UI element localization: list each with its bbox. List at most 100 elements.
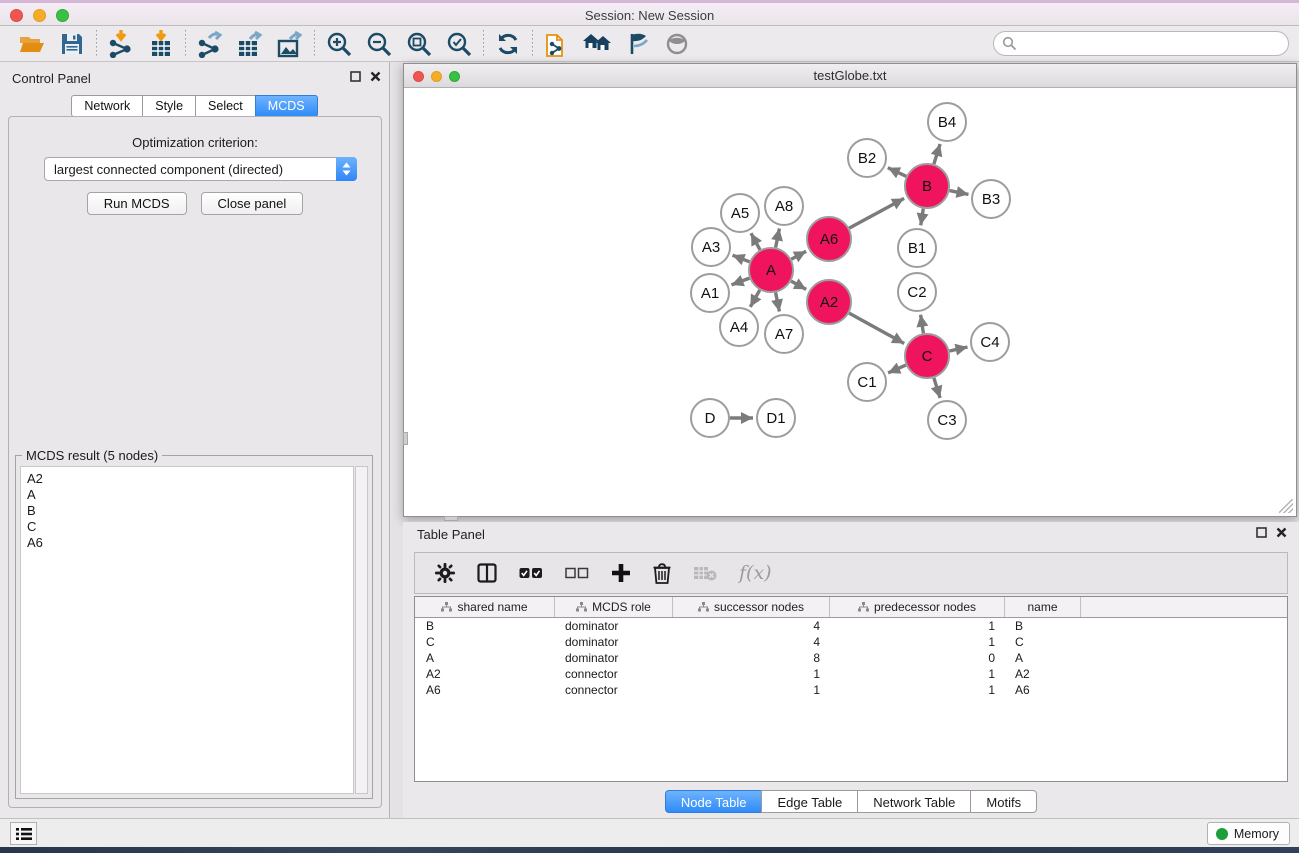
search-box[interactable] [993,31,1289,56]
node-B3[interactable]: B3 [972,180,1010,218]
task-history-button[interactable] [10,822,37,845]
close-panel-button[interactable]: Close panel [201,192,304,215]
edge-C-C3[interactable] [934,378,940,398]
split-divider-handle[interactable] [444,516,458,521]
float-panel-icon[interactable] [1256,527,1267,538]
float-panel-icon[interactable] [350,71,361,82]
column-header-successor-nodes[interactable]: successor nodes [673,597,830,617]
zoom-selected-button[interactable] [439,28,479,60]
column-header-predecessor-nodes[interactable]: predecessor nodes [830,597,1005,617]
close-panel-icon[interactable] [370,71,381,82]
vizmapper-preview-button[interactable] [657,28,697,60]
network-from-selection-button[interactable] [537,28,577,60]
node-A1[interactable]: A1 [691,274,729,312]
mcds-result-item[interactable]: A [27,487,353,503]
network-graph[interactable]: B4 B2 B B3 A8A5 A6 A3 B1 A C2 A1 A2 A4A7 C4 C C1 C3 D D1 [405,88,1297,517]
node-D1[interactable]: D1 [757,399,795,437]
node-B1[interactable]: B1 [898,229,936,267]
optimization-criterion-select[interactable]: largest connected component (directed) [44,157,357,181]
edge-A-A1[interactable] [732,278,750,285]
tab-motifs[interactable]: Motifs [970,790,1037,813]
tab-edge-table[interactable]: Edge Table [761,790,857,813]
zoom-in-button[interactable] [319,28,359,60]
resize-grip-icon[interactable] [1279,499,1293,513]
edge-A2-C[interactable] [849,313,904,343]
memory-button[interactable]: Memory [1207,822,1290,845]
mcds-result-scrollbar[interactable] [355,466,368,794]
edge-A-A2[interactable] [791,281,806,289]
import-network-button[interactable] [101,28,141,60]
node-C4[interactable]: C4 [971,323,1009,361]
node-A8[interactable]: A8 [765,187,803,225]
node-A7[interactable]: A7 [765,315,803,353]
tab-mcds[interactable]: MCDS [255,95,318,117]
function-builder-button[interactable]: f(x) [739,562,772,584]
edge-A6-B[interactable] [849,198,904,228]
mcds-result-item[interactable]: C [27,519,353,535]
table-row[interactable]: Cdominator41C [415,634,1287,650]
tab-network[interactable]: Network [71,95,142,117]
table-row[interactable]: A2connector11A2 [415,666,1287,682]
edge-A-A8[interactable] [776,229,780,248]
edge-A-A5[interactable] [751,233,760,250]
search-input[interactable] [1017,34,1288,54]
plus-icon[interactable] [611,563,631,583]
edge-C-C2[interactable] [921,315,924,334]
edge-A-A3[interactable] [733,255,750,262]
edge-A-A4[interactable] [750,290,759,307]
gear-icon[interactable] [435,563,455,583]
node-C[interactable]: C [905,334,949,378]
delete-table-icon[interactable] [693,565,717,581]
graphics-details-button[interactable] [617,28,657,60]
close-panel-icon[interactable] [1276,527,1287,538]
node-B[interactable]: B [905,164,949,208]
refresh-button[interactable] [488,28,528,60]
node-B2[interactable]: B2 [848,139,886,177]
node-A6[interactable]: A6 [807,217,851,261]
column-header-MCDS-role[interactable]: MCDS role [555,597,673,617]
export-table-button[interactable] [230,28,270,60]
export-image-button[interactable] [270,28,310,60]
export-network-button[interactable] [190,28,230,60]
columns-icon[interactable] [477,563,497,583]
node-C1[interactable]: C1 [848,363,886,401]
mcds-result-item[interactable]: A2 [27,471,353,487]
edge-A-A7[interactable] [776,293,780,312]
mcds-result-item[interactable]: B [27,503,353,519]
column-header-name[interactable]: name [1005,597,1081,617]
node-A4[interactable]: A4 [720,308,758,346]
table-row[interactable]: Bdominator41B [415,618,1287,634]
node-A5[interactable]: A5 [721,194,759,232]
tab-style[interactable]: Style [142,95,195,117]
edge-B-B3[interactable] [950,191,969,195]
edge-A-A6[interactable] [791,251,806,259]
unchecked-boxes-icon[interactable] [565,566,589,580]
mcds-result-item[interactable]: A6 [27,535,353,551]
zoom-fit-button[interactable] [399,28,439,60]
import-table-button[interactable] [141,28,181,60]
network-canvas[interactable]: B4 B2 B B3 A8A5 A6 A3 B1 A C2 A1 A2 A4A7 C4 C C1 C3 D D1 [405,88,1295,515]
tab-select[interactable]: Select [195,95,255,117]
node-D[interactable]: D [691,399,729,437]
split-divider-handle[interactable] [403,432,408,445]
table-row[interactable]: A6connector11A6 [415,682,1287,698]
checked-boxes-icon[interactable] [519,566,543,580]
edge-B-B2[interactable] [888,168,906,177]
edge-C-C4[interactable] [950,347,968,351]
node-C2[interactable]: C2 [898,273,936,311]
node-A2[interactable]: A2 [807,280,851,324]
edge-B-B4[interactable] [934,144,940,164]
save-session-button[interactable] [52,28,92,60]
node-C3[interactable]: C3 [928,401,966,439]
node-A[interactable]: A [749,248,793,292]
column-header-shared-name[interactable]: shared name [415,597,555,617]
node-B4[interactable]: B4 [928,103,966,141]
tab-network-table[interactable]: Network Table [857,790,970,813]
mcds-result-list[interactable]: A2ABCA6 [20,466,354,794]
tab-node-table[interactable]: Node Table [665,790,762,813]
show-all-networks-button[interactable] [577,28,617,60]
open-session-button[interactable] [12,28,52,60]
trash-icon[interactable] [653,563,671,584]
table-row[interactable]: Adominator80A [415,650,1287,666]
node-A3[interactable]: A3 [692,228,730,266]
